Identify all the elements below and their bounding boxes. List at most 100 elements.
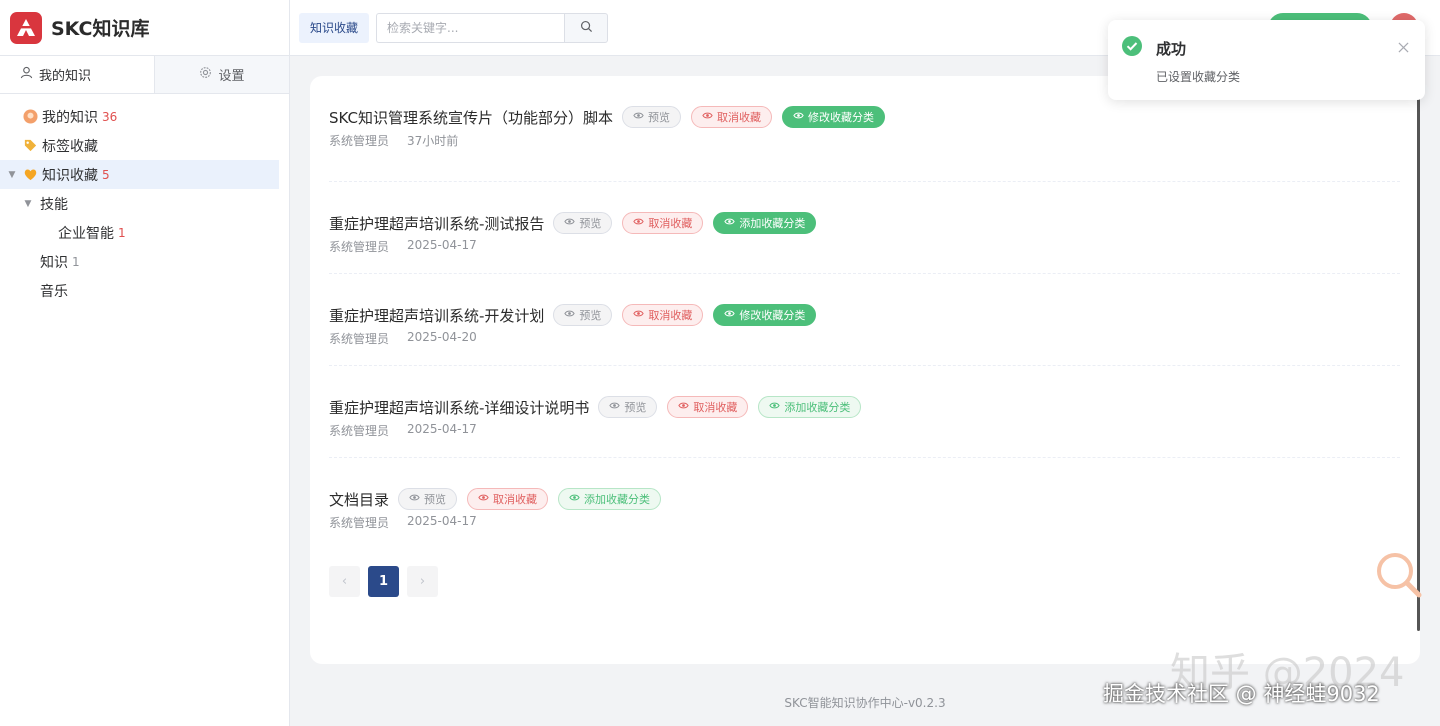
tab-settings[interactable]: 设置 (154, 56, 289, 93)
item-time: 2025-04-20 (407, 330, 477, 344)
search-button[interactable] (564, 12, 609, 43)
edit-category-button[interactable]: 修改收藏分类 (713, 304, 817, 326)
item-time: 2025-04-17 (407, 238, 477, 252)
avatar-icon (22, 109, 38, 125)
cancel-favorite-button[interactable]: 取消收藏 (622, 304, 704, 326)
tree-label: 标签收藏 (42, 138, 98, 155)
button-label: 修改收藏分类 (808, 111, 875, 124)
item-author: 系统管理员 (329, 240, 390, 254)
item-title[interactable]: 重症护理超声培训系统-测试报告 (329, 213, 544, 234)
magnifier-decoration-icon (1373, 549, 1423, 603)
favorites-list: SKC知识管理系统宣传片（功能部分）脚本 预览 取消收藏 修改收藏分类 系统管理员 37小… (310, 76, 1420, 550)
user-icon (20, 66, 33, 83)
eye-icon (478, 492, 489, 506)
item-title[interactable]: 重症护理超声培训系统-开发计划 (329, 305, 544, 326)
button-label: 修改收藏分类 (739, 309, 806, 322)
add-category-button[interactable]: 添加收藏分类 (713, 212, 817, 234)
preview-button[interactable]: 预览 (398, 488, 458, 510)
tree-item-tag-favorites[interactable]: 标签收藏 (0, 131, 279, 160)
item-meta: 系统管理员 2025-04-17 (329, 422, 1400, 439)
tree-count: 5 (102, 167, 110, 182)
gear-icon (199, 66, 212, 83)
eye-icon (702, 110, 713, 124)
caret-down-icon[interactable]: ▼ (6, 170, 18, 180)
button-label: 取消收藏 (717, 111, 762, 124)
search-input[interactable] (376, 12, 565, 43)
tree-item-knowledge[interactable]: 知识 1 (0, 247, 279, 276)
tree-count: 1 (118, 225, 126, 240)
preview-button[interactable]: 预览 (553, 304, 613, 326)
toast-message: 已设置收藏分类 (1156, 70, 1241, 84)
tree-label: 企业智能 (58, 225, 114, 242)
button-label: 预览 (648, 111, 671, 124)
tree-label: 音乐 (40, 283, 68, 300)
pagination: ‹ 1 › (329, 566, 438, 597)
button-label: 预览 (624, 401, 647, 414)
item-title[interactable]: 重症护理超声培训系统-详细设计说明书 (329, 397, 589, 418)
close-icon[interactable] (1398, 38, 1409, 57)
tab-my-knowledge[interactable]: 我的知识 (0, 56, 154, 93)
search-icon (580, 18, 593, 37)
item-time: 37小时前 (407, 134, 459, 148)
button-label: 预览 (424, 493, 447, 506)
eye-icon (569, 492, 580, 506)
page-number-current[interactable]: 1 (368, 566, 399, 597)
tree-label: 技能 (40, 196, 68, 213)
eye-icon (633, 308, 645, 322)
favorite-item: 重症护理超声培训系统-详细设计说明书 预览 取消收藏 添加收藏分类系统管理员 2025-… (329, 366, 1400, 458)
cancel-favorite-button[interactable]: 取消收藏 (467, 488, 549, 510)
tree-item-knowledge-favorites[interactable]: ▼ 知识收藏 5 (0, 160, 279, 189)
tree-item-my-knowledge[interactable]: 我的知识 36 (0, 102, 279, 131)
cancel-favorite-button[interactable]: 取消收藏 (691, 106, 773, 128)
eye-icon (564, 216, 576, 230)
add-category-button[interactable]: 添加收藏分类 (758, 396, 862, 418)
item-title-row: 文档目录 预览 取消收藏 添加收藏分类 (329, 487, 1400, 511)
logo-bar: SKC知识库 (0, 0, 289, 56)
edit-category-button[interactable]: 修改收藏分类 (782, 106, 886, 128)
preview-button[interactable]: 预览 (553, 212, 613, 234)
item-time: 2025-04-17 (407, 514, 477, 528)
button-label: 预览 (579, 309, 602, 322)
eye-icon (724, 216, 736, 230)
tree-count: 36 (102, 109, 118, 124)
item-author: 系统管理员 (329, 332, 390, 346)
tree-item-music[interactable]: 音乐 (0, 276, 279, 305)
tree-count: 1 (72, 254, 80, 269)
preview-button[interactable]: 预览 (598, 396, 658, 418)
tag-icon (22, 138, 38, 154)
cancel-favorite-button[interactable]: 取消收藏 (622, 212, 704, 234)
item-title-row: 重症护理超声培训系统-详细设计说明书 预览 取消收藏 添加收藏分类 (329, 395, 1400, 419)
item-title[interactable]: 文档目录 (329, 489, 389, 510)
add-category-button[interactable]: 添加收藏分类 (558, 488, 662, 510)
tree-label: 我的知识 (42, 109, 98, 126)
favorite-item: 文档目录 预览 取消收藏 添加收藏分类 系统管理员 2025-04-17 (329, 458, 1400, 550)
item-title-row: SKC知识管理系统宣传片（功能部分）脚本 预览 取消收藏 修改收藏分类 (329, 105, 1400, 129)
tab-label: 设置 (218, 69, 245, 84)
logo-icon (10, 11, 42, 44)
tree-label: 知识 (40, 254, 68, 271)
prev-page-button[interactable]: ‹ (329, 566, 360, 597)
button-label: 预览 (579, 217, 602, 230)
item-title[interactable]: SKC知识管理系统宣传片（功能部分）脚本 (329, 107, 613, 128)
eye-icon (609, 400, 621, 414)
preview-button[interactable]: 预览 (622, 106, 682, 128)
watermark-juejin: 掘金技术社区 @ 神经蛙9032 (1103, 682, 1380, 706)
heart-icon (22, 167, 38, 183)
favorite-item: 重症护理超声培训系统-测试报告 预览 取消收藏 添加收藏分类系统管理员 2025-04-… (329, 182, 1400, 274)
item-meta: 系统管理员 2025-04-17 (329, 238, 1400, 255)
button-label: 取消收藏 (648, 309, 693, 322)
sidebar-tabs: 我的知识 设置 (0, 56, 289, 94)
eye-icon (633, 216, 645, 230)
button-label: 取消收藏 (493, 493, 538, 506)
sidebar: SKC知识库 我的知识 设置 我的知识 36 标签收藏 ▼ 知识收藏 5 ▼ 技… (0, 0, 290, 726)
tree-item-skills[interactable]: ▼ 技能 (0, 189, 279, 218)
favorites-card: SKC知识管理系统宣传片（功能部分）脚本 预览 取消收藏 修改收藏分类 系统管理员 37小… (310, 76, 1420, 664)
next-page-button[interactable]: › (407, 566, 438, 597)
eye-icon (769, 400, 781, 414)
tree-item-enterprise-ai[interactable]: 企业智能 1 (0, 218, 279, 247)
item-title-row: 重症护理超声培训系统-测试报告 预览 取消收藏 添加收藏分类 (329, 211, 1400, 235)
caret-down-icon[interactable]: ▼ (22, 199, 34, 209)
breadcrumb[interactable]: 知识收藏 (299, 12, 370, 43)
app-name: SKC知识库 (51, 18, 150, 40)
cancel-favorite-button[interactable]: 取消收藏 (667, 396, 749, 418)
